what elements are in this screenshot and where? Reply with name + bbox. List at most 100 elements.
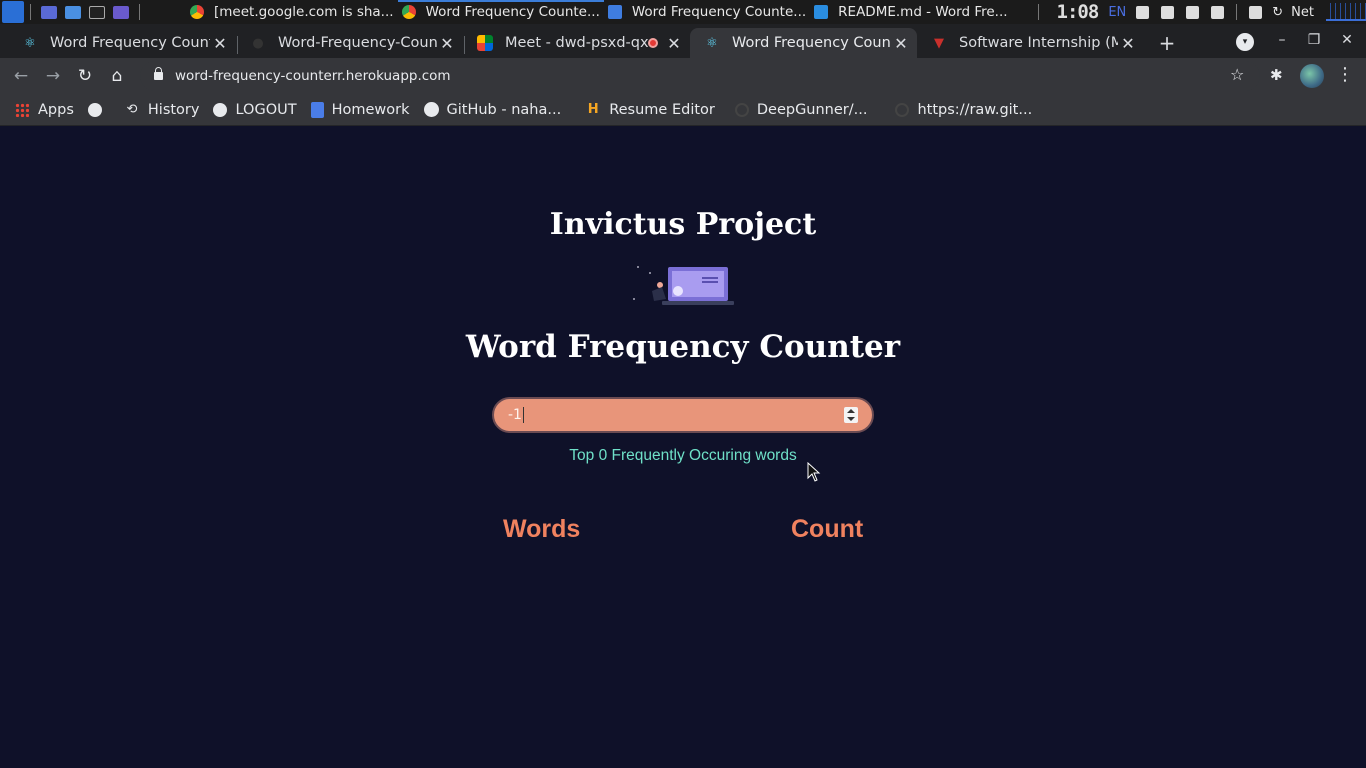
taskbar-item-word-frequency[interactable]: Word Frequency Counte... bbox=[397, 0, 605, 24]
number-spinner[interactable] bbox=[844, 407, 858, 423]
mouse-cursor-icon bbox=[807, 462, 821, 482]
browser-toolbar: ← → ↻ ⌂ word-frequency-counterr.herokuap… bbox=[0, 58, 1366, 94]
taskbar-item-label: README.md - Word Fre... bbox=[838, 4, 1008, 20]
browser-tab-strip: ⚛ Word Frequency Counter ✕ ● Word-Freque… bbox=[0, 24, 1366, 58]
bookmark-github[interactable]: GitHub - naha... bbox=[423, 101, 562, 118]
word-count-number-input[interactable]: -1 bbox=[492, 397, 874, 433]
browser-tab[interactable]: ⚛ Word Frequency Counter ✕ bbox=[8, 28, 236, 58]
bookmark-label: History bbox=[147, 101, 200, 118]
close-tab-icon[interactable]: ✕ bbox=[664, 34, 684, 53]
globe-icon bbox=[87, 102, 102, 117]
new-tab-button[interactable]: + bbox=[1156, 33, 1178, 55]
taskbar-item-label: Word Frequency Counte... bbox=[631, 4, 807, 20]
refresh-icon[interactable]: ↻ bbox=[1272, 5, 1283, 20]
chrome-icon bbox=[190, 5, 204, 19]
react-icon: ⚛ bbox=[24, 35, 36, 51]
lock-icon[interactable] bbox=[1249, 5, 1263, 19]
tab-title: Meet - dwd-psxd-qxf bbox=[505, 35, 648, 51]
close-tab-icon[interactable]: ✕ bbox=[1118, 34, 1138, 53]
wifi-icon[interactable] bbox=[1136, 5, 1150, 19]
clock[interactable]: 1:08 bbox=[1057, 1, 1100, 23]
url-text[interactable]: word-frequency-counterr.herokuapp.com bbox=[175, 68, 451, 84]
system-tray: 1:08 EN ↻ Net bbox=[1032, 0, 1366, 24]
laptop-illustration bbox=[633, 266, 734, 305]
volume-icon[interactable] bbox=[1161, 5, 1175, 19]
result-summary: Top 0 Frequently Occuring words bbox=[569, 447, 797, 464]
bookmark-homework[interactable]: Homework bbox=[310, 101, 410, 118]
text-caret bbox=[522, 407, 524, 423]
os-taskbar: [meet.google.com is sha... Word Frequenc… bbox=[0, 0, 1366, 24]
bookmark-label: Apps bbox=[38, 101, 74, 118]
browser-tab[interactable]: Meet - dwd-psxd-qxf ✕ bbox=[463, 28, 690, 58]
back-arrow-icon[interactable]: ← bbox=[10, 65, 32, 87]
restore-window-icon[interactable]: ❐ bbox=[1302, 32, 1326, 52]
battery-icon[interactable] bbox=[1211, 5, 1225, 19]
browser-menu-icon[interactable]: ⋮ bbox=[1336, 64, 1354, 85]
workspace-icon[interactable] bbox=[41, 5, 57, 19]
bookmark-label: DeepGunner/... bbox=[756, 101, 868, 118]
close-tab-icon[interactable]: ✕ bbox=[210, 34, 230, 53]
github-icon: ● bbox=[252, 35, 264, 51]
bookmark-label: GitHub - naha... bbox=[446, 101, 562, 118]
minimize-window-icon[interactable]: – bbox=[1270, 32, 1294, 52]
docs-icon bbox=[310, 101, 324, 118]
apps-grid-icon bbox=[14, 102, 30, 118]
net-label: Net bbox=[1291, 4, 1314, 20]
tab-title: Word Frequency Counter bbox=[732, 35, 891, 51]
browser-tab[interactable]: ● Word-Frequency-Counter ✕ bbox=[236, 28, 463, 58]
panel-separator bbox=[30, 4, 31, 20]
home-icon[interactable]: ⌂ bbox=[106, 65, 128, 87]
bookmark-resume-editor[interactable]: H Resume Editor bbox=[585, 102, 715, 118]
terminal-icon[interactable] bbox=[89, 5, 105, 19]
close-tab-icon[interactable]: ✕ bbox=[891, 34, 911, 53]
screen-recorder-icon[interactable] bbox=[113, 5, 129, 19]
extensions-puzzle-icon[interactable]: ✱ bbox=[1270, 66, 1283, 84]
internshala-icon: ▼ bbox=[934, 35, 944, 51]
bookmark-label: Homework bbox=[331, 101, 410, 118]
browser-tab[interactable]: ▼ Software Internship (MERN ✕ bbox=[917, 28, 1144, 58]
taskbar-item-meet[interactable]: [meet.google.com is sha... bbox=[186, 0, 398, 24]
bookmark-label: Resume Editor bbox=[609, 101, 715, 118]
folder-icon bbox=[607, 5, 622, 19]
input-value[interactable]: -1 bbox=[508, 407, 522, 423]
bookmark-logout[interactable]: LOGOUT bbox=[213, 101, 297, 118]
chrome-icon bbox=[401, 5, 416, 19]
bookmark-label: LOGOUT bbox=[235, 101, 297, 118]
address-bar[interactable]: word-frequency-counterr.herokuapp.com bbox=[140, 61, 1260, 91]
app-title: Word Frequency Counter bbox=[465, 329, 901, 365]
tab-title: Word-Frequency-Counter bbox=[278, 35, 437, 51]
bookmark-raw-github[interactable]: https://raw.git... bbox=[895, 102, 1032, 118]
meet-icon bbox=[477, 35, 493, 51]
loading-icon bbox=[895, 102, 910, 117]
taskbar-item-folder[interactable]: Word Frequency Counte... bbox=[604, 0, 810, 24]
bookmark-deepgunner[interactable]: DeepGunner/... bbox=[734, 101, 868, 118]
close-tab-icon[interactable]: ✕ bbox=[437, 34, 457, 53]
hackerrank-icon: H bbox=[587, 102, 599, 117]
tab-title: Software Internship (MERN bbox=[959, 35, 1118, 51]
notification-bell-icon[interactable] bbox=[1186, 5, 1200, 19]
words-column-header: Words bbox=[503, 515, 581, 543]
reload-icon[interactable]: ↻ bbox=[74, 65, 96, 87]
browser-tab-active[interactable]: ⚛ Word Frequency Counter ✕ bbox=[690, 28, 917, 58]
bookmark-apps[interactable]: Apps bbox=[14, 102, 74, 118]
github-icon bbox=[734, 102, 749, 117]
github-icon bbox=[423, 102, 439, 117]
lock-icon[interactable] bbox=[154, 67, 163, 80]
taskbar-item-label: Word Frequency Counte... bbox=[425, 4, 600, 20]
taskbar-item-vscode[interactable]: README.md - Word Fre... bbox=[810, 0, 1011, 24]
network-graph bbox=[1326, 3, 1366, 21]
forward-arrow-icon[interactable]: → bbox=[42, 65, 64, 87]
tab-title: Word Frequency Counter bbox=[50, 35, 210, 51]
bookmark-globe[interactable] bbox=[87, 102, 110, 117]
history-icon: ⟲ bbox=[126, 102, 138, 117]
bookmark-star-icon[interactable]: ☆ bbox=[1230, 65, 1244, 84]
keyboard-language[interactable]: EN bbox=[1108, 5, 1126, 20]
file-manager-icon[interactable] bbox=[65, 5, 81, 19]
vscode-icon bbox=[814, 5, 829, 19]
tab-search-icon[interactable]: ▾ bbox=[1236, 33, 1254, 51]
page-content: Invictus Project Word Frequency Counter … bbox=[0, 127, 1366, 768]
bookmark-history[interactable]: ⟲ History bbox=[124, 101, 200, 118]
close-window-icon[interactable]: ✕ bbox=[1335, 32, 1359, 52]
profile-avatar[interactable] bbox=[1300, 64, 1324, 88]
app-launcher-icon[interactable] bbox=[2, 1, 24, 23]
